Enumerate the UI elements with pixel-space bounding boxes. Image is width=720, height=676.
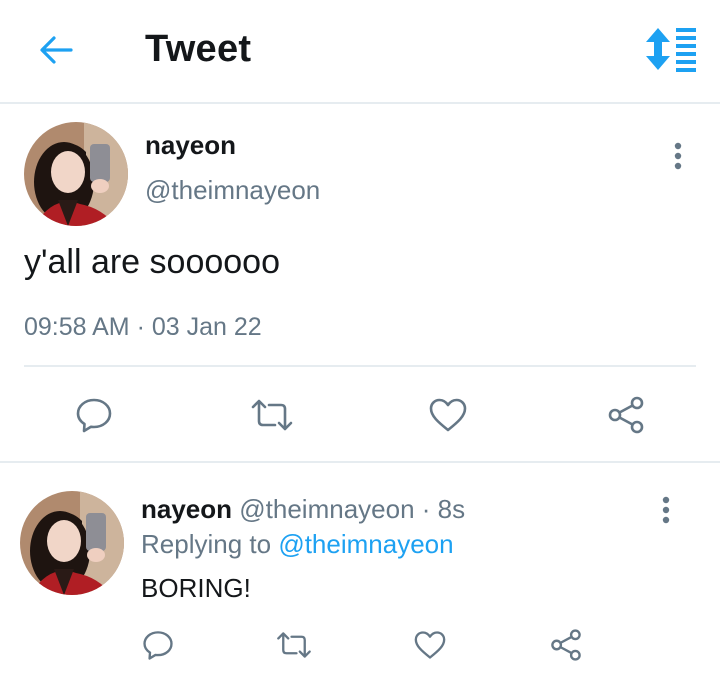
reply-retweet-button[interactable] bbox=[274, 626, 314, 664]
like-icon bbox=[429, 398, 467, 432]
reply-avatar[interactable] bbox=[20, 491, 124, 595]
author-name[interactable]: nayeon bbox=[145, 130, 236, 161]
retweet-button[interactable] bbox=[248, 393, 296, 437]
reply-button[interactable] bbox=[72, 393, 116, 437]
reply-header: nayeon @theimnayeon · 8s bbox=[141, 494, 465, 525]
share-icon bbox=[551, 629, 581, 661]
reply-icon bbox=[76, 398, 112, 433]
top-bar: Tweet bbox=[0, 0, 720, 104]
retweet-icon bbox=[251, 399, 293, 431]
reply-more-options-button[interactable] bbox=[648, 490, 684, 530]
retweet-icon bbox=[277, 632, 311, 658]
share-icon bbox=[608, 396, 644, 434]
like-icon bbox=[414, 631, 446, 659]
more-vertical-icon bbox=[674, 142, 682, 170]
reply-reply-button[interactable] bbox=[140, 626, 176, 664]
back-button[interactable] bbox=[36, 30, 76, 70]
like-button[interactable] bbox=[426, 393, 470, 437]
reply-share-button[interactable] bbox=[548, 626, 584, 664]
tweet-text: y'all are soooooo bbox=[24, 243, 280, 281]
replying-to: Replying to @theimnayeon bbox=[141, 529, 454, 560]
reply-like-button[interactable] bbox=[412, 626, 448, 664]
author-handle[interactable]: @theimnayeon bbox=[145, 175, 320, 206]
replying-to-label: Replying to bbox=[141, 529, 272, 559]
divider bbox=[24, 365, 696, 367]
page-title: Tweet bbox=[145, 28, 252, 70]
more-options-button[interactable] bbox=[660, 136, 696, 176]
reply-text: BORING! bbox=[141, 573, 251, 603]
share-button[interactable] bbox=[604, 393, 648, 437]
section-divider bbox=[0, 461, 720, 463]
reply-handle-time[interactable]: @theimnayeon · 8s bbox=[239, 494, 465, 524]
avatar[interactable] bbox=[24, 122, 128, 226]
arrow-left-icon bbox=[40, 36, 73, 64]
sort-button[interactable] bbox=[644, 26, 700, 72]
reply-author-name[interactable]: nayeon bbox=[141, 494, 232, 524]
sort-list-icon bbox=[646, 28, 696, 72]
tweet-timestamp: 09:58 AM · 03 Jan 22 bbox=[24, 313, 262, 341]
replying-to-link[interactable]: @theimnayeon bbox=[278, 529, 453, 559]
reply-icon bbox=[143, 631, 173, 660]
more-vertical-icon bbox=[662, 496, 670, 524]
